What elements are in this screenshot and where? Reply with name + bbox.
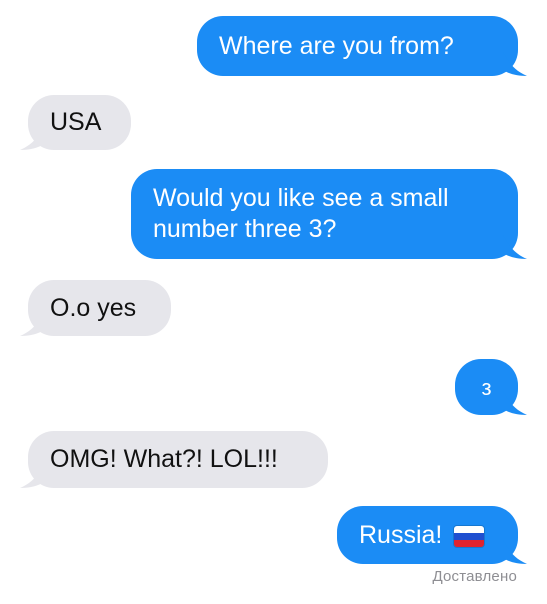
message-text: Where are you from? <box>219 31 454 60</box>
outgoing-message-bubble[interactable]: з <box>455 359 518 415</box>
incoming-message-bubble[interactable]: O.o yes <box>28 280 171 336</box>
outgoing-message-bubble[interactable]: Would you like see a small number three … <box>131 169 518 259</box>
incoming-message-bubble[interactable]: USA <box>28 95 131 150</box>
message-thread: Where are you from? USA Would you like s… <box>0 0 547 604</box>
outgoing-message-bubble[interactable]: Russia! <box>337 506 518 564</box>
message-text-line: number three 3? <box>153 215 337 243</box>
message-text: USA <box>50 108 102 136</box>
incoming-message-bubble[interactable]: OMG! What?! LOL!!! <box>28 431 328 488</box>
message-text: O.o yes <box>50 293 137 322</box>
message-text: з <box>481 374 492 400</box>
delivered-status: Доставлено <box>432 568 517 585</box>
russia-flag-icon <box>454 525 485 547</box>
message-text: Russia! <box>359 520 443 549</box>
outgoing-message-bubble[interactable]: Where are you from? <box>197 16 518 76</box>
message-text-line: Would you like see a small <box>153 184 449 212</box>
message-text: OMG! What?! LOL!!! <box>50 445 278 473</box>
